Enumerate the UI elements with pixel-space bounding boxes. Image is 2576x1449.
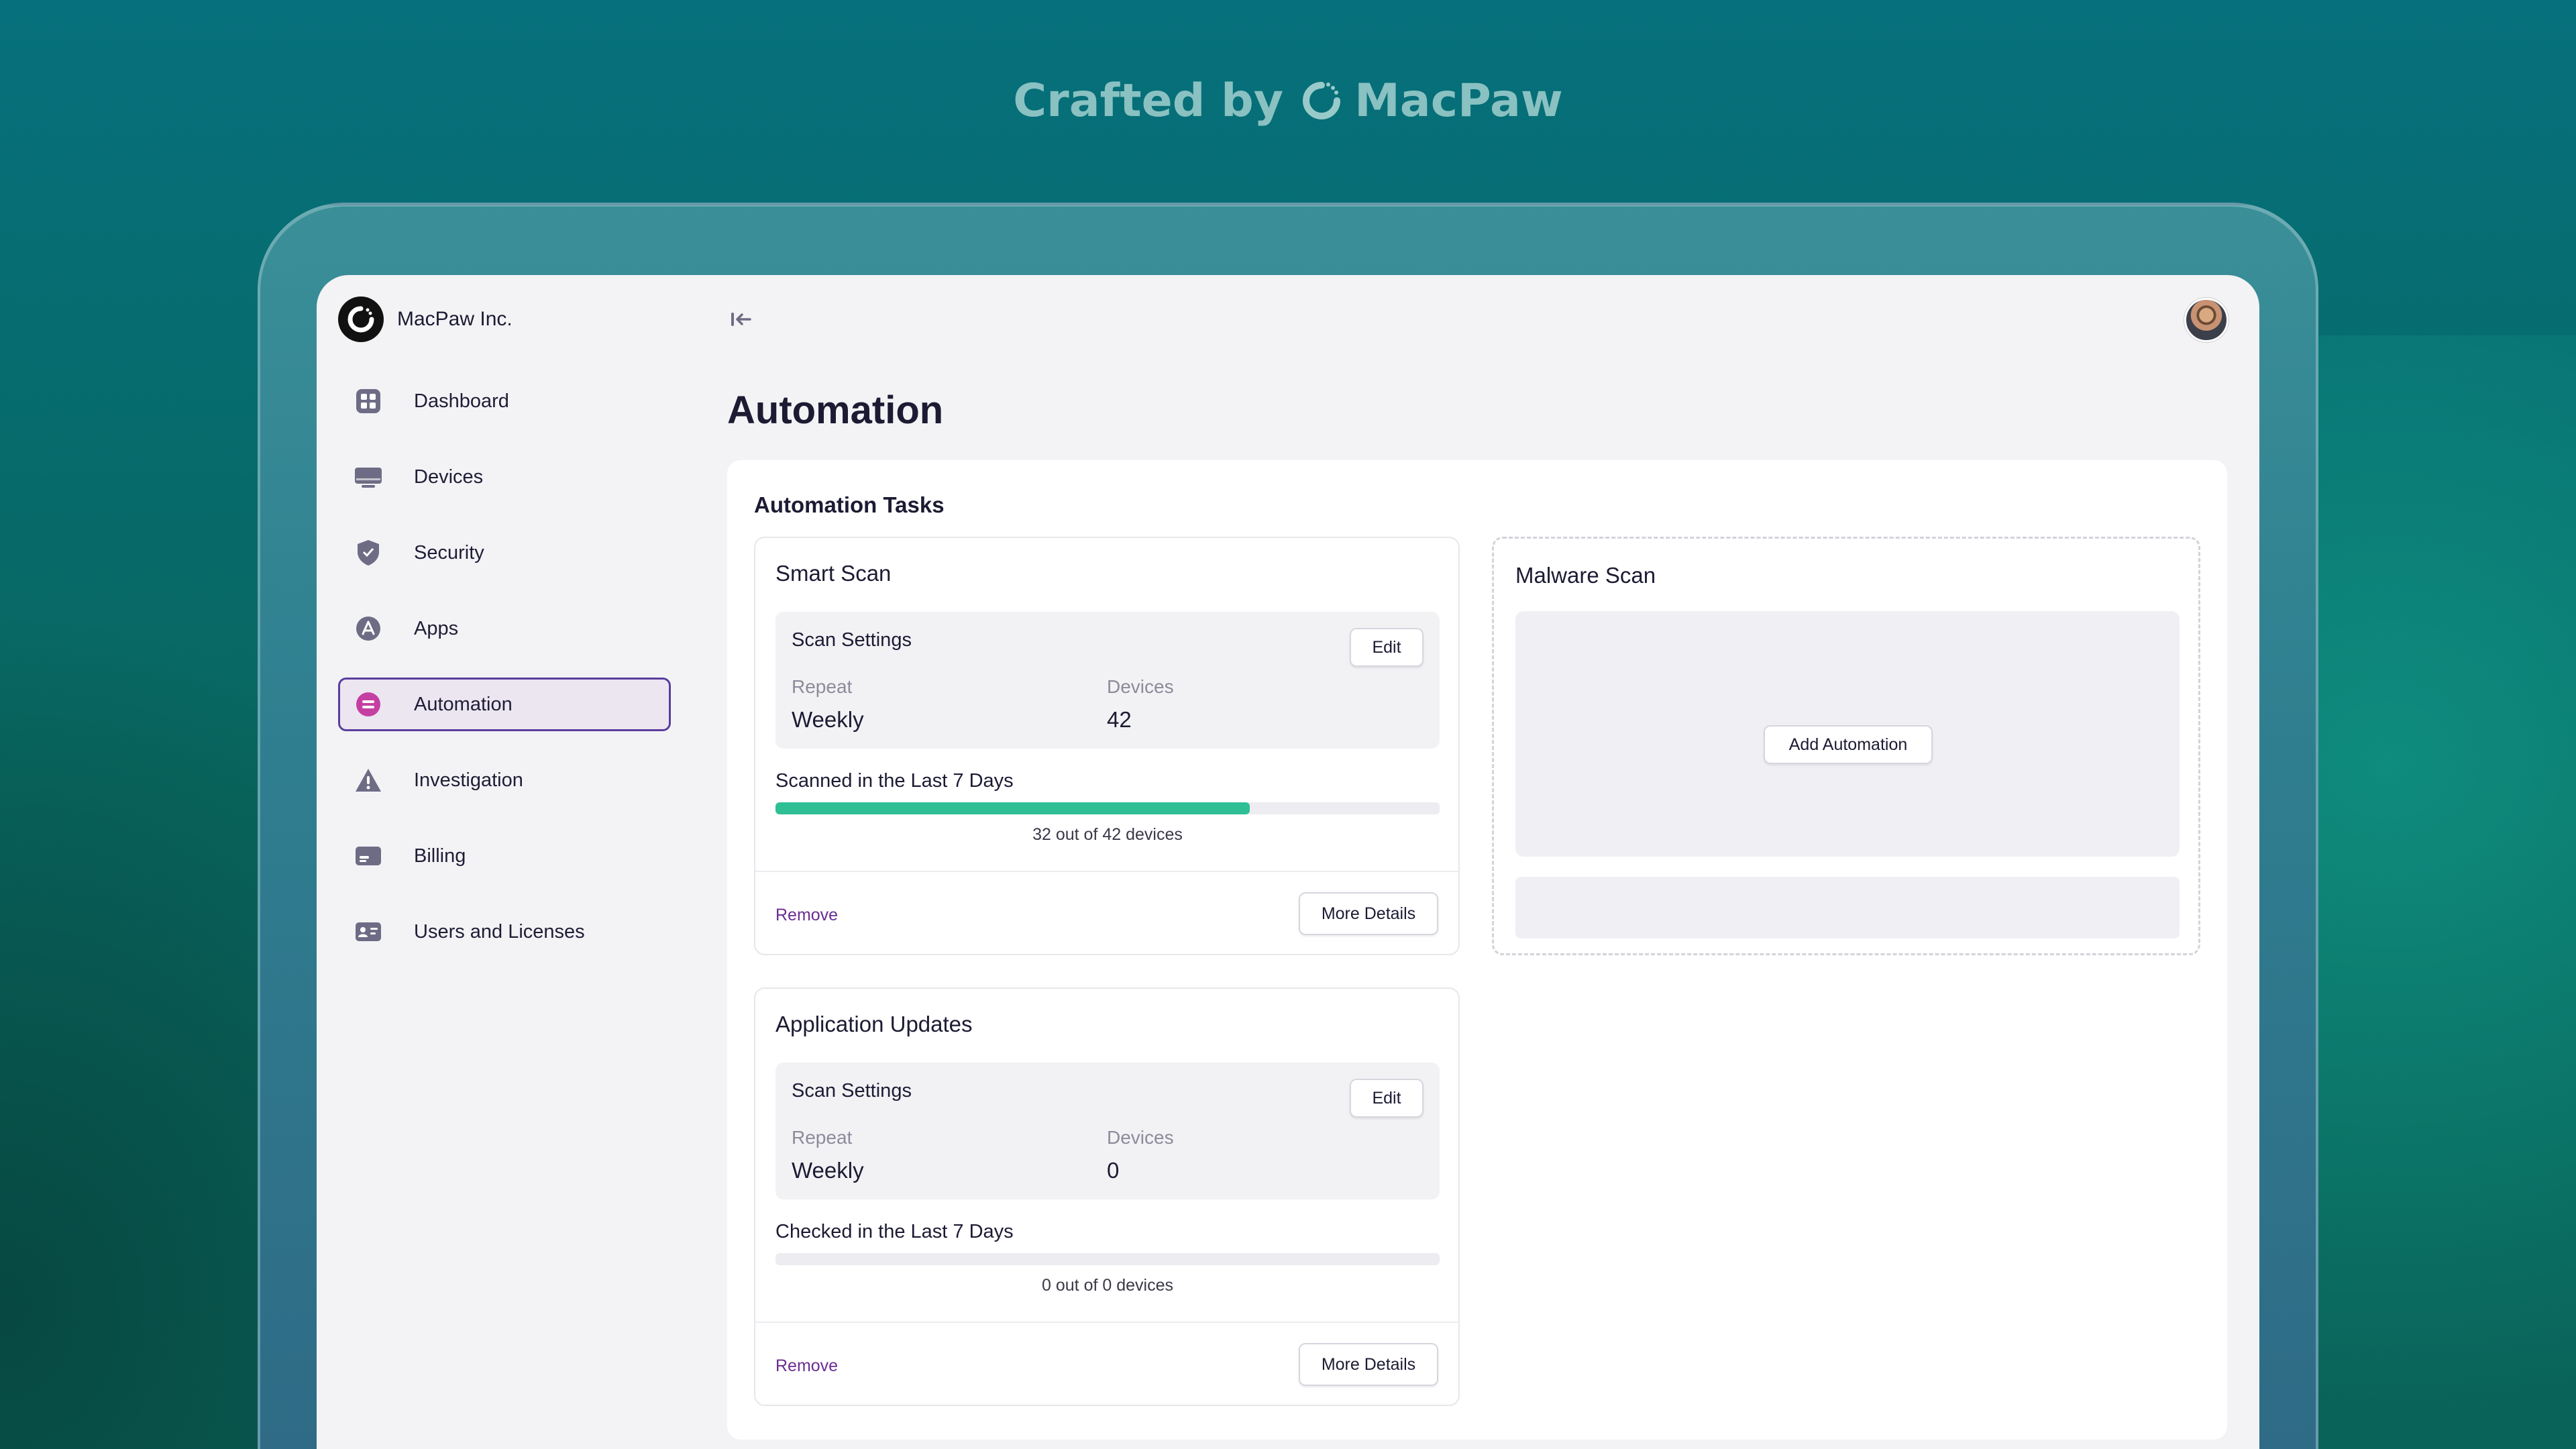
app-window: MacPaw Inc. Dashboard Devices Security A… [317, 275, 2259, 1449]
devices-value: 0 [1107, 1158, 1120, 1183]
edit-button[interactable]: Edit [1350, 628, 1424, 667]
card-divider [755, 1322, 1458, 1323]
task-title: Malware Scan [1515, 563, 1656, 588]
panel-title: Automation Tasks [754, 492, 945, 517]
progress-caption: 32 out of 42 devices [1032, 825, 1183, 844]
more-details-button[interactable]: More Details [1299, 1343, 1438, 1386]
org-name: MacPaw Inc. [397, 308, 513, 330]
sidebar-item-billing[interactable]: Billing [338, 829, 671, 883]
shield-icon [354, 538, 383, 568]
users-icon [354, 917, 383, 947]
more-details-button[interactable]: More Details [1299, 892, 1438, 935]
sidebar-item-users-and-licenses[interactable]: Users and Licenses [338, 905, 671, 959]
task-card-malware-scan: Malware Scan Add Automation [1492, 537, 2200, 955]
sidebar-item-label: Investigation [414, 769, 523, 791]
automation-tasks-panel: Automation Tasks Smart Scan Scan Setting… [727, 460, 2227, 1440]
billing-icon [354, 841, 383, 871]
add-automation-button[interactable]: Add Automation [1764, 725, 1933, 764]
sidebar-item-security[interactable]: Security [338, 526, 671, 580]
org-switcher[interactable]: MacPaw Inc. [338, 297, 513, 342]
dashboard-icon [354, 386, 383, 416]
devices-value: 42 [1107, 707, 1132, 732]
automation-icon [354, 690, 383, 719]
sidebar: MacPaw Inc. Dashboard Devices Security A… [317, 275, 692, 1449]
sidebar-item-label: Users and Licenses [414, 920, 585, 943]
task-card-smart-scan: Smart Scan Scan Settings Edit Repeat Wee… [754, 537, 1460, 955]
user-avatar[interactable] [2184, 298, 2229, 342]
scan-settings-box: Scan Settings Edit Repeat Weekly Devices… [775, 612, 1440, 749]
sidebar-item-investigation[interactable]: Investigation [338, 753, 671, 807]
remove-link[interactable]: Remove [775, 906, 838, 925]
progress-bar [775, 1253, 1440, 1265]
sidebar-item-automation[interactable]: Automation [338, 678, 671, 731]
empty-footer-placeholder [1515, 877, 2180, 938]
remove-link[interactable]: Remove [775, 1356, 838, 1376]
task-title: Smart Scan [775, 561, 892, 586]
task-title: Application Updates [775, 1012, 973, 1036]
scan-settings-box: Scan Settings Edit Repeat Weekly Devices… [775, 1063, 1440, 1199]
repeat-value: Weekly [792, 707, 864, 732]
progress-label: Checked in the Last 7 Days [775, 1221, 1014, 1242]
task-card-application-updates: Application Updates Scan Settings Edit R… [754, 987, 1460, 1406]
repeat-label: Repeat [792, 676, 853, 697]
repeat-value: Weekly [792, 1158, 864, 1183]
sidebar-item-dashboard[interactable]: Dashboard [338, 374, 671, 428]
progress-bar [775, 802, 1440, 814]
progress-label: Scanned in the Last 7 Days [775, 770, 1014, 792]
devices-icon [354, 462, 383, 492]
devices-label: Devices [1107, 1127, 1174, 1148]
empty-placeholder: Add Automation [1515, 611, 2180, 857]
crafted-by-banner: Crafted by MacPaw [0, 67, 2576, 134]
macpaw-logo-icon [1303, 82, 1341, 119]
sidebar-item-label: Billing [414, 845, 466, 867]
sidebar-item-label: Automation [414, 693, 513, 715]
crafted-by-brand: MacPaw [1354, 74, 1563, 127]
collapse-sidebar-icon[interactable] [726, 305, 755, 334]
apps-icon [354, 614, 383, 643]
sidebar-nav: Dashboard Devices Security Apps Automati… [338, 374, 671, 981]
crafted-by-text: Crafted by [1013, 74, 1284, 127]
sidebar-item-label: Apps [414, 617, 459, 639]
progress-bar-fill [775, 802, 1250, 814]
sidebar-item-apps[interactable]: Apps [338, 602, 671, 655]
sidebar-item-label: Devices [414, 466, 484, 488]
page-title: Automation [727, 388, 944, 432]
sidebar-item-label: Security [414, 541, 484, 564]
card-divider [755, 871, 1458, 872]
edit-button[interactable]: Edit [1350, 1079, 1424, 1118]
settings-title: Scan Settings [792, 629, 912, 651]
sidebar-item-devices[interactable]: Devices [338, 450, 671, 504]
repeat-label: Repeat [792, 1127, 853, 1148]
settings-title: Scan Settings [792, 1080, 912, 1102]
warning-icon [354, 765, 383, 795]
org-logo-icon [338, 297, 384, 342]
devices-label: Devices [1107, 676, 1174, 697]
sidebar-item-label: Dashboard [414, 390, 509, 412]
progress-caption: 0 out of 0 devices [1042, 1276, 1173, 1295]
